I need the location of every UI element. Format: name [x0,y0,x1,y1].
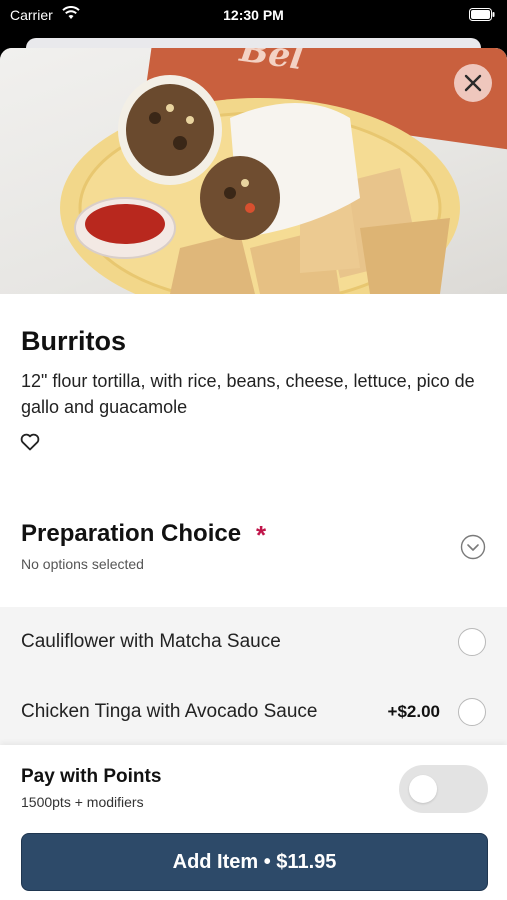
points-subtitle: 1500pts + modifiers [21,794,144,810]
burrito-plate-illustration [60,75,460,294]
option-row[interactable]: Chicken Tinga with Avocado Sauce +$2.00 [0,677,507,747]
pay-with-points-toggle[interactable] [399,765,488,813]
close-button[interactable] [454,64,492,102]
clock: 12:30 PM [223,7,284,23]
required-marker: * [256,520,267,550]
item-detail-sheet: Bel Burritos 12" flour tortilla, with ri… [0,48,507,900]
points-title: Pay with Points [21,766,162,787]
status-bar: Carrier 12:30 PM [0,0,507,32]
heart-icon[interactable] [20,433,40,451]
option-label: Cauliflower with Matcha Sauce [21,631,281,652]
item-title: Burritos [21,326,127,356]
item-description: 12" flour tortilla, with rice, beans, ch… [21,371,475,417]
hero-image: Bel [0,48,507,294]
toggle-knob [409,775,437,803]
preparation-options: Cauliflower with Matcha Sauce Chicken Ti… [0,607,507,747]
add-item-button[interactable]: Add Item • $11.95 [21,833,488,891]
option-label: Chicken Tinga with Avocado Sauce [21,701,318,722]
battery-icon [469,8,495,21]
option-row[interactable]: Cauliflower with Matcha Sauce [0,607,507,677]
option-radio[interactable] [458,628,486,656]
preparation-subtitle: No options selected [21,556,144,572]
option-radio[interactable] [458,698,486,726]
checkout-panel: Pay with Points 1500pts + modifiers Add … [0,745,507,900]
preparation-title: Preparation Choice [21,520,242,547]
close-icon [464,74,482,92]
chevron-down-icon[interactable] [460,534,486,560]
option-price: +$2.00 [387,702,440,721]
